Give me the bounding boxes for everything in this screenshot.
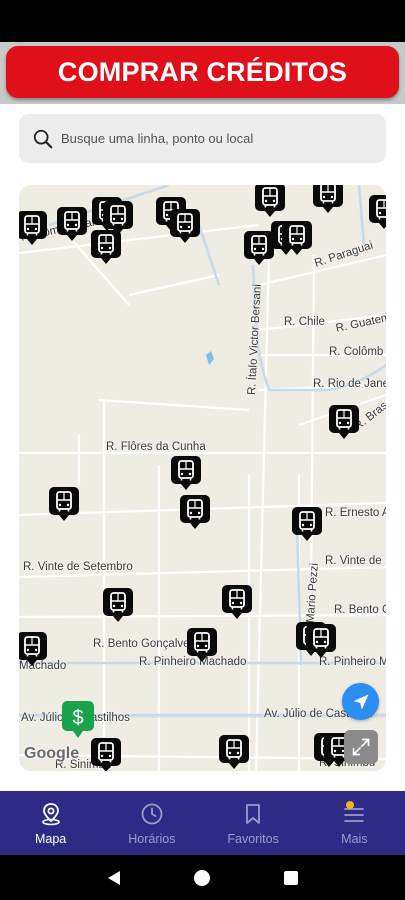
bus-stop-marker[interactable] (103, 588, 133, 624)
nav-label: Favoritos (227, 832, 279, 846)
bus-icon (255, 185, 285, 217)
nav-label: Mais (341, 832, 368, 846)
bus-stop-marker[interactable] (329, 405, 359, 441)
nav-tab-favorites[interactable]: Favoritos (203, 791, 304, 855)
bus-stop-marker[interactable] (19, 211, 47, 247)
buy-credits-button[interactable]: COMPRAR CRÉDITOS (6, 46, 399, 98)
bus-icon (19, 211, 47, 245)
bus-icon (171, 456, 201, 490)
bus-stop-marker[interactable] (219, 735, 249, 771)
bus-stop-marker[interactable] (57, 207, 87, 243)
bus-stop-marker[interactable] (91, 738, 121, 771)
search-bar[interactable] (19, 114, 386, 163)
nav-label: Mapa (34, 832, 67, 846)
search-input[interactable] (61, 131, 361, 146)
map-view[interactable]: R. Rômulo Carlini R. Paraguai R. Ítalo V… (19, 185, 386, 771)
nav-tab-map[interactable]: Mapa (0, 791, 101, 855)
bus-icon (57, 207, 87, 241)
bus-stop-marker[interactable] (313, 185, 343, 215)
bus-icon (187, 628, 217, 662)
bus-icon (306, 624, 336, 658)
bus-icon (91, 738, 121, 771)
bus-stop-marker[interactable] (170, 209, 200, 245)
home-circle-icon (194, 869, 211, 886)
my-location-button[interactable] (342, 683, 379, 720)
navigation-arrow-icon (353, 694, 368, 709)
cash-point-marker[interactable]: $ (61, 700, 95, 740)
bus-icon (329, 405, 359, 439)
bus-icon (170, 209, 200, 243)
system-recents-button[interactable] (280, 867, 302, 889)
bus-stop-marker[interactable] (19, 632, 47, 668)
bus-icon (282, 221, 312, 255)
bus-icon (219, 735, 249, 769)
bus-stop-marker[interactable] (171, 456, 201, 492)
bookmark-icon (246, 804, 261, 824)
fullscreen-button[interactable] (344, 730, 378, 764)
system-navigation-bar (0, 855, 405, 900)
expand-icon (352, 738, 370, 756)
bus-stop-marker[interactable] (255, 185, 285, 219)
bus-stop-marker[interactable] (187, 628, 217, 664)
bus-stop-marker[interactable] (49, 487, 79, 523)
clock-icon (141, 803, 163, 825)
bus-icon (244, 231, 274, 265)
bus-icon (49, 487, 79, 521)
bus-icon (91, 230, 121, 264)
map-pin-icon (41, 803, 60, 826)
bus-icon (19, 632, 47, 666)
bus-icon (180, 495, 210, 529)
svg-text:$: $ (72, 707, 83, 729)
bus-stop-marker[interactable] (180, 495, 210, 531)
bus-stop-marker[interactable] (369, 195, 386, 231)
bus-icon (369, 195, 386, 229)
notification-dot (345, 801, 354, 809)
back-triangle-icon (108, 870, 121, 885)
bus-stop-marker[interactable] (292, 507, 322, 543)
bus-stop-marker[interactable] (282, 221, 312, 257)
bottom-navigation: Mapa Horários Favoritos Mais (0, 791, 405, 855)
nav-tab-more[interactable]: Mais (304, 791, 405, 855)
bus-stop-marker[interactable] (306, 624, 336, 660)
bus-stop-marker[interactable] (244, 231, 274, 267)
system-home-button[interactable] (191, 867, 213, 889)
google-logo: Google (24, 745, 80, 762)
nav-tab-schedules[interactable]: Horários (101, 791, 202, 855)
status-bar (0, 0, 405, 42)
bus-icon (292, 507, 322, 541)
map-roads (19, 185, 386, 771)
system-back-button[interactable] (103, 867, 125, 889)
recents-square-icon (283, 870, 298, 885)
bus-stop-marker[interactable] (91, 230, 121, 266)
bus-icon (103, 588, 133, 622)
nav-label: Horários (128, 832, 176, 846)
bus-icon (313, 185, 343, 213)
search-icon (33, 129, 53, 148)
bus-icon (222, 585, 252, 619)
bus-stop-marker[interactable] (222, 585, 252, 621)
